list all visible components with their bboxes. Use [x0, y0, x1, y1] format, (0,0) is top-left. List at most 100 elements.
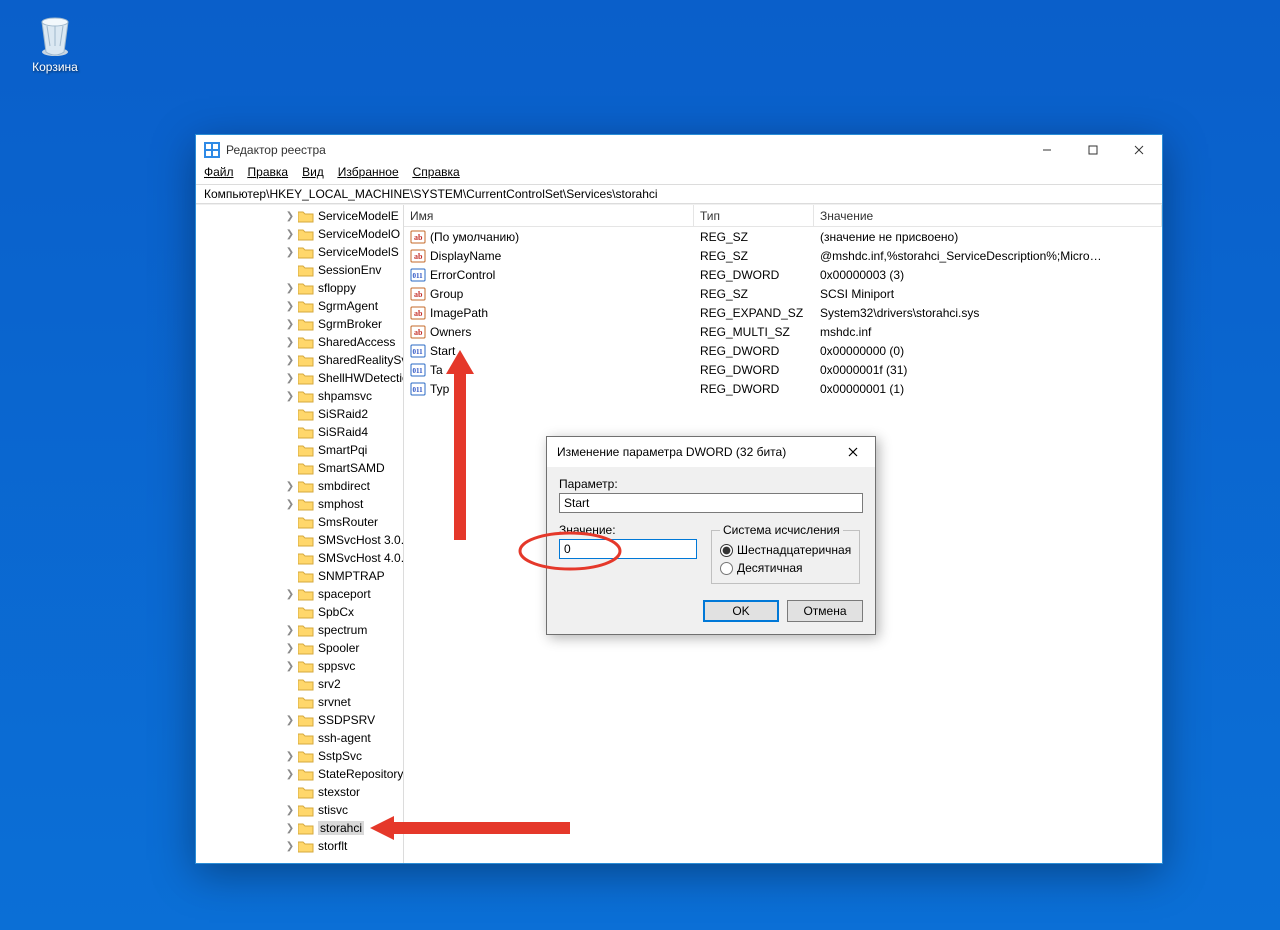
tree-item-smsrouter[interactable]: SmsRouter	[284, 513, 404, 531]
tree-item-shpamsvc[interactable]: ❯shpamsvc	[284, 387, 404, 405]
menu-favorites[interactable]: Избранное	[338, 165, 399, 182]
col-header-value[interactable]: Значение	[814, 205, 1162, 226]
tree-item-ssdpsrv[interactable]: ❯ SSDPSRV	[284, 711, 404, 729]
tree-item-stexstor[interactable]: stexstor	[284, 783, 404, 801]
chevron-right-icon[interactable]: ❯	[284, 805, 296, 816]
chevron-right-icon[interactable]: ❯	[284, 715, 296, 726]
chevron-right-icon[interactable]: ❯	[284, 589, 296, 600]
tree-item-storahci[interactable]: ❯storahci	[284, 819, 404, 837]
tree-item-spaceport[interactable]: ❯spaceport	[284, 585, 404, 603]
value-row[interactable]: ErrorControlREG_DWORD0x00000003 (3)	[404, 265, 1162, 284]
tree-item-smsvchost-3-0-0-0[interactable]: SMSvcHost 3.0.0.0	[284, 531, 404, 549]
minimize-button[interactable]	[1024, 135, 1070, 165]
chevron-right-icon[interactable]: ❯	[284, 499, 296, 510]
tree-item-snmptrap[interactable]: SNMPTRAP	[284, 567, 404, 585]
tree-item-spbcx[interactable]: SpbCx	[284, 603, 404, 621]
value-row[interactable]: GroupREG_SZSCSI Miniport	[404, 284, 1162, 303]
tree-item-shellhwdetection[interactable]: ❯ShellHWDetection	[284, 369, 404, 387]
tree-item-sstpsvc[interactable]: ❯SstpSvc	[284, 747, 404, 765]
tree-item-servicemodelo[interactable]: ❯ServiceModelO	[284, 225, 404, 243]
tree-item-label: SmartPqi	[318, 443, 367, 457]
chevron-right-icon[interactable]: ❯	[284, 841, 296, 852]
value-row[interactable]: DisplayNameREG_SZ@mshdc.inf,%storahci_Se…	[404, 246, 1162, 265]
value-type: REG_DWORD	[694, 363, 814, 377]
maximize-button[interactable]	[1070, 135, 1116, 165]
value-row[interactable]: OwnersREG_MULTI_SZmshdc.inf	[404, 322, 1162, 341]
folder-icon	[298, 731, 314, 745]
radix-dec[interactable]: Десятичная	[720, 559, 851, 577]
col-header-type[interactable]: Тип	[694, 205, 814, 226]
chevron-right-icon[interactable]: ❯	[284, 211, 296, 222]
chevron-right-icon[interactable]: ❯	[284, 751, 296, 762]
chevron-right-icon[interactable]: ❯	[284, 481, 296, 492]
close-button[interactable]	[1116, 135, 1162, 165]
chevron-right-icon[interactable]: ❯	[284, 823, 296, 834]
menu-help[interactable]: Справка	[413, 165, 460, 182]
desktop-recycle-bin[interactable]: Корзина	[20, 10, 90, 74]
tree-item-sgrmagent[interactable]: ❯SgrmAgent	[284, 297, 404, 315]
tree-item-srvnet[interactable]: srvnet	[284, 693, 404, 711]
folder-icon	[298, 803, 314, 817]
tree-item-label: SSDPSRV	[318, 713, 375, 727]
tree-item-servicemodele[interactable]: ❯ServiceModelE	[284, 207, 404, 225]
chevron-right-icon[interactable]: ❯	[284, 373, 296, 384]
tree-item-sppsvc[interactable]: ❯sppsvc	[284, 657, 404, 675]
tree-item-staterepository[interactable]: ❯StateRepository	[284, 765, 404, 783]
menu-view[interactable]: Вид	[302, 165, 324, 182]
folder-icon	[298, 767, 314, 781]
radix-dec-radio[interactable]	[720, 562, 733, 575]
tree-item-ssh-agent[interactable]: ssh-agent	[284, 729, 404, 747]
value-row[interactable]: TaREG_DWORD0x0000001f (31)	[404, 360, 1162, 379]
tree-item-smsvchost-4-0-0-0[interactable]: SMSvcHost 4.0.0.0	[284, 549, 404, 567]
value-row[interactable]: StartREG_DWORD0x00000000 (0)	[404, 341, 1162, 360]
chevron-right-icon[interactable]: ❯	[284, 661, 296, 672]
chevron-right-icon[interactable]: ❯	[284, 247, 296, 258]
radix-hex-radio[interactable]	[720, 544, 733, 557]
chevron-right-icon[interactable]: ❯	[284, 625, 296, 636]
tree-item-smartsamd[interactable]: SmartSAMD	[284, 459, 404, 477]
col-header-name[interactable]: Имя	[404, 205, 694, 226]
tree-item-sisraid2[interactable]: SiSRaid2	[284, 405, 404, 423]
value-name: ImagePath	[430, 306, 488, 320]
menu-edit[interactable]: Правка	[248, 165, 289, 182]
value-row[interactable]: (По умолчанию)REG_SZ(значение не присвое…	[404, 227, 1162, 246]
tree-item-sharedaccess[interactable]: ❯SharedAccess	[284, 333, 404, 351]
tree-item-smphost[interactable]: ❯smphost	[284, 495, 404, 513]
tree-item-smbdirect[interactable]: ❯smbdirect	[284, 477, 404, 495]
tree-item-sfloppy[interactable]: ❯sfloppy	[284, 279, 404, 297]
tree-item-smartpqi[interactable]: SmartPqi	[284, 441, 404, 459]
tree-item-srv2[interactable]: srv2	[284, 675, 404, 693]
tree-item-sgrmbroker[interactable]: ❯SgrmBroker	[284, 315, 404, 333]
chevron-right-icon[interactable]: ❯	[284, 769, 296, 780]
chevron-right-icon[interactable]: ❯	[284, 229, 296, 240]
radix-hex[interactable]: Шестнадцатеричная	[720, 541, 851, 559]
address-bar[interactable]: Компьютер\HKEY_LOCAL_MACHINE\SYSTEM\Curr…	[196, 184, 1162, 204]
chevron-right-icon[interactable]: ❯	[284, 319, 296, 330]
tree-item-spectrum[interactable]: ❯spectrum	[284, 621, 404, 639]
tree-item-servicemodels[interactable]: ❯ServiceModelS	[284, 243, 404, 261]
cancel-button[interactable]: Отмена	[787, 600, 863, 622]
menu-file[interactable]: Файл	[204, 165, 234, 182]
chevron-right-icon[interactable]: ❯	[284, 355, 296, 366]
ok-button[interactable]: OK	[703, 600, 779, 622]
chevron-right-icon[interactable]: ❯	[284, 643, 296, 654]
chevron-right-icon[interactable]: ❯	[284, 283, 296, 294]
tree-item-sessionenv[interactable]: SessionEnv	[284, 261, 404, 279]
chevron-right-icon[interactable]: ❯	[284, 391, 296, 402]
tree-item-spooler[interactable]: ❯Spooler	[284, 639, 404, 657]
titlebar[interactable]: Редактор реестра	[196, 135, 1162, 165]
dialog-close-button[interactable]	[839, 441, 867, 463]
value-row[interactable]: TypREG_DWORD0x00000001 (1)	[404, 379, 1162, 398]
tree-item-storflt[interactable]: ❯storflt	[284, 837, 404, 855]
tree-item-sharedrealitysvc[interactable]: ❯SharedRealitySvc	[284, 351, 404, 369]
value-input[interactable]	[559, 539, 697, 559]
tree-item-sisraid4[interactable]: SiSRaid4	[284, 423, 404, 441]
param-input[interactable]	[559, 493, 863, 513]
tree-item-stisvc[interactable]: ❯stisvc	[284, 801, 404, 819]
chevron-right-icon[interactable]: ❯	[284, 337, 296, 348]
tree-item-label: SMSvcHost 4.0.0.0	[318, 551, 404, 565]
chevron-right-icon[interactable]: ❯	[284, 301, 296, 312]
dialog-titlebar[interactable]: Изменение параметра DWORD (32 бита)	[547, 437, 875, 467]
registry-tree[interactable]: ❯ServiceModelE❯ServiceModelO❯ServiceMode…	[196, 205, 404, 863]
value-row[interactable]: ImagePathREG_EXPAND_SZSystem32\drivers\s…	[404, 303, 1162, 322]
